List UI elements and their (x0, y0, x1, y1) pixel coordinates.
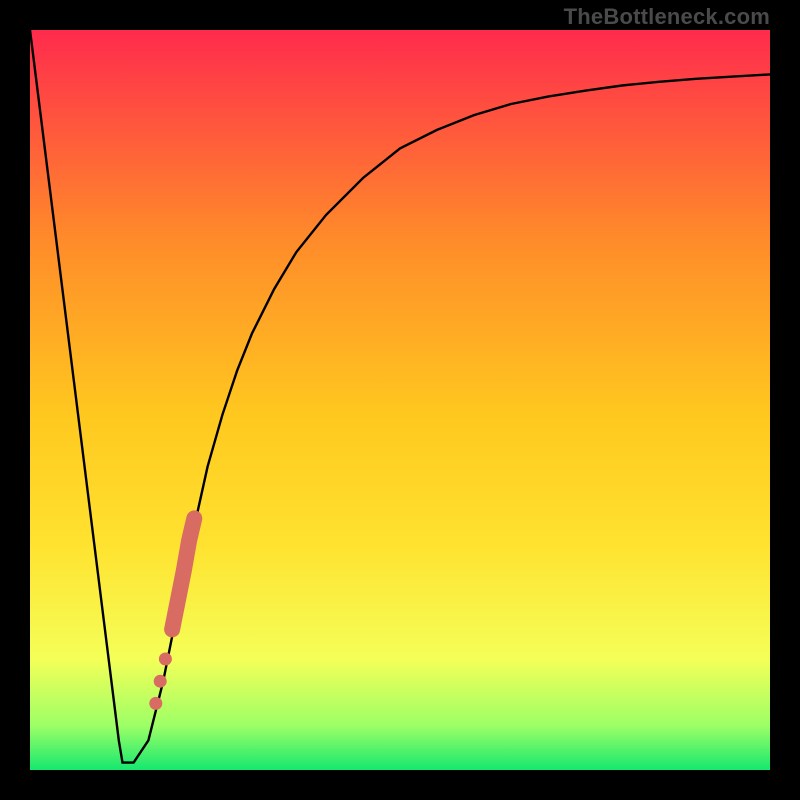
highlight-dot (149, 697, 162, 710)
chart-frame: TheBottleneck.com (0, 0, 800, 800)
chart-svg (30, 30, 770, 770)
highlight-dot (159, 653, 172, 666)
watermark-text: TheBottleneck.com (564, 4, 770, 30)
highlight-dot (154, 675, 167, 688)
gradient-background (30, 30, 770, 770)
plot-area (30, 30, 770, 770)
